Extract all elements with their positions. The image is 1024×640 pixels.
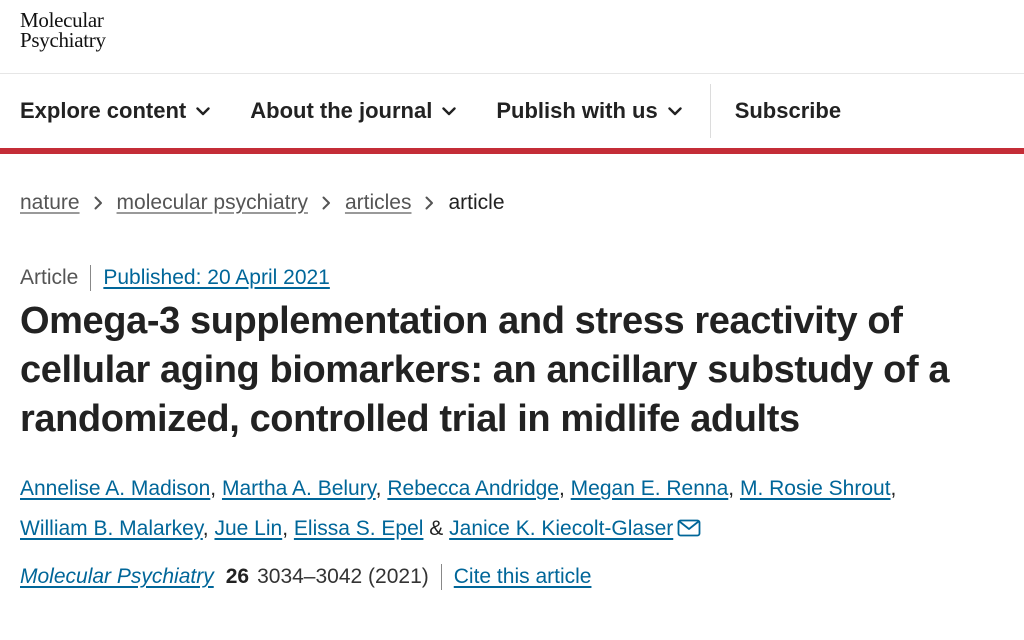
published-date-link[interactable]: Published: 20 April 2021	[103, 266, 330, 290]
author-link[interactable]: Elissa S. Epel	[294, 517, 424, 540]
nav-item-label: Publish with us	[496, 98, 658, 123]
author-separator: ,	[558, 477, 565, 500]
breadcrumb-current: article	[448, 191, 505, 214]
chevron-right-icon	[94, 196, 103, 210]
pages-year: 3034–3042 (2021)	[257, 565, 429, 588]
nav-divider	[709, 84, 711, 138]
article-meta: Article Published: 20 April 2021	[0, 265, 1024, 291]
main-nav: Explore content About the journal Publis…	[0, 74, 1024, 154]
mail-icon[interactable]	[677, 511, 701, 551]
subscribe-label: Subscribe	[734, 98, 842, 123]
nav-item-label: About the journal	[250, 98, 433, 123]
volume-number: 26	[225, 565, 250, 588]
author-link[interactable]: Rebecca Andridge	[387, 477, 559, 500]
journal-link[interactable]: Molecular Psychiatry	[20, 565, 214, 589]
author-separator: ,	[210, 477, 217, 500]
nav-about-journal[interactable]: About the journal	[250, 98, 457, 124]
author-link[interactable]: Jue Lin	[214, 517, 282, 540]
chevron-down-icon	[667, 106, 682, 115]
chevron-right-icon	[425, 196, 434, 210]
chevron-down-icon	[196, 106, 210, 115]
author-link[interactable]: Annelise A. Madison	[20, 477, 210, 500]
author-separator: ,	[202, 517, 209, 540]
breadcrumb-articles[interactable]: articles	[345, 191, 412, 215]
journal-logo[interactable]: Molecular Psychiatry	[20, 8, 1024, 52]
site-header: Molecular Psychiatry	[0, 0, 1024, 74]
article-title: Omega-3 supplementation and stress react…	[20, 300, 950, 440]
nav-publish-with-us[interactable]: Publish with us	[496, 98, 682, 124]
logo-line-1: Molecular	[20, 8, 104, 32]
article-type: Article	[20, 266, 79, 289]
author-separator: ,	[282, 517, 289, 540]
citation-line: Molecular Psychiatry 26 3034–3042 (2021)…	[20, 564, 1024, 590]
author-link[interactable]: M. Rosie Shrout	[740, 477, 891, 500]
author-separator: ,	[728, 477, 735, 500]
cite-article-link[interactable]: Cite this article	[454, 565, 592, 589]
citation-divider	[440, 564, 442, 590]
author-list: Annelise A. Madison, Martha A. Belury, R…	[20, 469, 1010, 551]
author-conjunction: &	[429, 517, 444, 540]
author-link-corresponding[interactable]: Janice K. Kiecolt-Glaser	[449, 517, 673, 540]
nav-item-label: Explore content	[20, 98, 187, 123]
nav-explore-content[interactable]: Explore content	[20, 98, 210, 124]
author-link[interactable]: Martha A. Belury	[222, 477, 376, 500]
author-separator: ,	[375, 477, 382, 500]
author-separator: ,	[890, 477, 897, 500]
breadcrumb: nature molecular psychiatry articles art…	[0, 184, 1024, 222]
meta-divider	[90, 265, 92, 291]
chevron-down-icon	[442, 106, 457, 115]
subscribe-link[interactable]: Subscribe	[735, 98, 841, 124]
chevron-right-icon	[322, 196, 331, 210]
breadcrumb-molecular-psychiatry[interactable]: molecular psychiatry	[117, 191, 308, 215]
author-link[interactable]: Megan E. Renna	[571, 477, 729, 500]
author-link[interactable]: William B. Malarkey	[20, 517, 203, 540]
logo-line-2: Psychiatry	[20, 28, 106, 52]
breadcrumb-nature[interactable]: nature	[20, 191, 80, 215]
